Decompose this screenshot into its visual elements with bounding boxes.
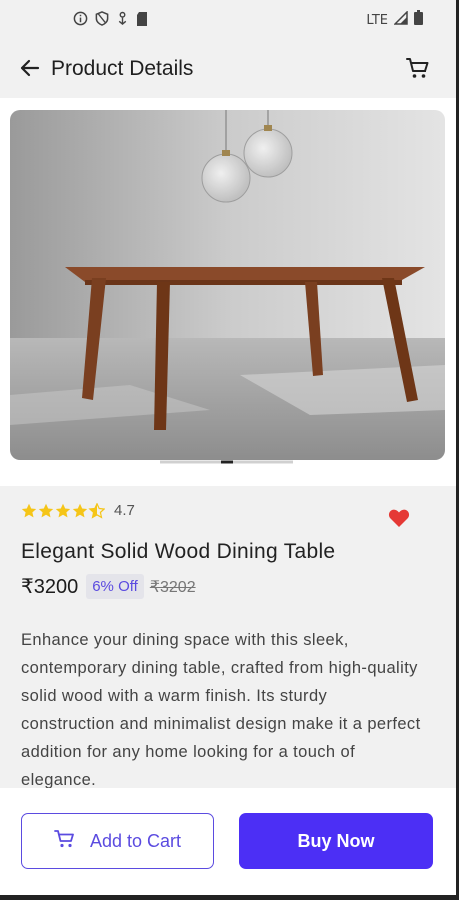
product-details-screen: LTE Product Details 4.7 Elegant Solid Wo… [0,0,459,900]
status-bar: LTE [0,0,459,40]
rating-stars [21,502,105,519]
cart-icon[interactable] [405,55,431,81]
status-icons-right: LTE [366,9,423,30]
arrow-left-icon[interactable] [17,55,43,81]
product-description: Enhance your dining space with this slee… [21,631,421,788]
star-half-icon [88,502,105,519]
shield-icon [95,11,109,31]
buy-now-label: Buy Now [297,830,375,851]
original-price: ₹3202 [149,578,196,596]
signal-icon [393,9,408,30]
sd-card-icon [136,11,148,31]
battery-icon [414,10,423,30]
price-row: ₹3200 6% Off ₹3202 [21,574,196,599]
discount-badge: 6% Off [86,574,144,599]
bottom-action-bar: Add to Cart Buy Now [0,788,459,895]
product-info: 4.7 Elegant Solid Wood Dining Table ₹320… [0,486,459,788]
cart-icon [54,829,76,854]
current-price: ₹3200 [21,576,79,598]
app-bar: Product Details [0,40,459,98]
star-icon [72,503,88,517]
download-icon [116,11,129,31]
status-icons-left [73,11,148,31]
page-title: Product Details [51,57,194,80]
star-icon [38,503,54,517]
star-icon [21,503,37,517]
product-image[interactable] [10,110,445,460]
network-label: LTE [366,12,388,28]
product-content: 4.7 Elegant Solid Wood Dining Table ₹320… [0,98,459,788]
device-frame-bottom [0,895,459,900]
add-to-cart-button[interactable]: Add to Cart [21,813,214,869]
heart-icon[interactable] [388,508,410,530]
product-rating: 4.7 [21,502,135,519]
gallery-page-indicator [0,460,459,486]
rating-value: 4.7 [114,502,135,519]
info-icon [73,11,88,31]
star-icon [55,503,71,517]
product-name: Elegant Solid Wood Dining Table [21,540,336,563]
buy-now-button[interactable]: Buy Now [239,813,433,869]
add-to-cart-label: Add to Cart [89,830,182,851]
